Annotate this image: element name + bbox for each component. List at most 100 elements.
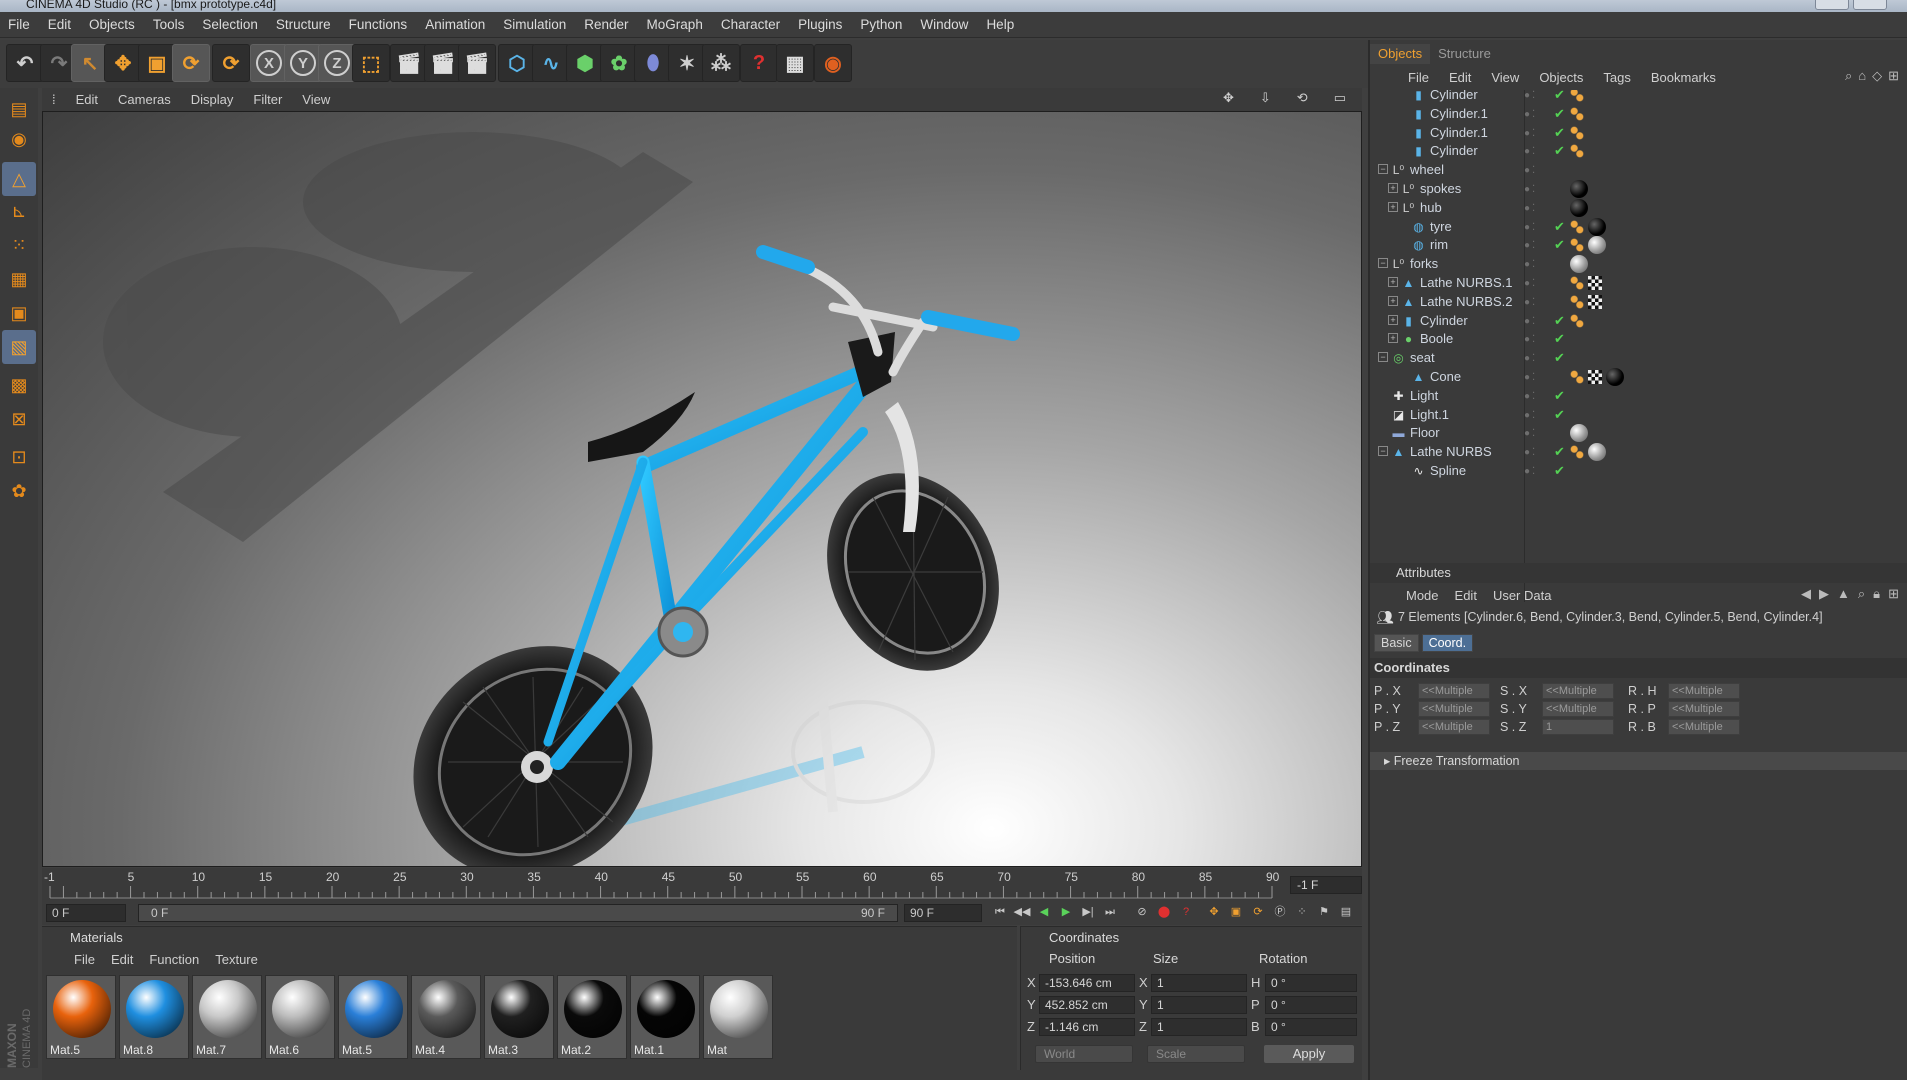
maximize-view-icon[interactable]: ▭ bbox=[1324, 90, 1356, 106]
expand-toggle-icon[interactable]: + bbox=[1388, 201, 1398, 212]
start-frame-field[interactable]: 0 F bbox=[46, 904, 126, 922]
object-name[interactable]: Cone bbox=[1430, 369, 1461, 384]
visibility-dots[interactable]: ●⁚ bbox=[1524, 334, 1537, 345]
object-name[interactable]: spokes bbox=[1420, 181, 1461, 196]
rotate-view-icon[interactable]: ⟲ bbox=[1287, 90, 1318, 106]
material-swatch[interactable]: Mat bbox=[703, 975, 773, 1059]
menu-window[interactable]: Window bbox=[912, 17, 978, 32]
key-pla-icon[interactable]: ⁘ bbox=[1292, 903, 1312, 921]
rotation-field[interactable]: 0 ° bbox=[1265, 974, 1357, 992]
material-tag-icon[interactable] bbox=[1588, 217, 1606, 236]
scale-value[interactable]: 1 bbox=[1542, 719, 1614, 735]
render-settings-icon[interactable]: 🎬︎ bbox=[458, 44, 496, 82]
model-mode-icon[interactable]: ◉ bbox=[2, 122, 36, 156]
play-icon[interactable]: ▶ bbox=[1056, 903, 1076, 921]
object-name[interactable]: Spline bbox=[1430, 463, 1466, 478]
object-name[interactable]: Lathe NURBS.2 bbox=[1420, 294, 1513, 309]
visibility-dots[interactable]: ●⁚ bbox=[1524, 316, 1537, 327]
visibility-dots[interactable]: ●⁚ bbox=[1524, 128, 1537, 139]
object-name[interactable]: rim bbox=[1430, 237, 1448, 252]
menu-selection[interactable]: Selection bbox=[194, 17, 268, 32]
array-icon[interactable]: ✿ bbox=[600, 44, 638, 82]
expand-toggle-icon[interactable]: + bbox=[1388, 183, 1398, 193]
material-tag-icon[interactable] bbox=[1570, 198, 1588, 217]
maximize-button[interactable] bbox=[1853, 0, 1887, 10]
polygons-mode-icon[interactable]: ▣ bbox=[2, 296, 36, 330]
viewport-menu-cameras[interactable]: Cameras bbox=[108, 92, 181, 107]
visibility-dots[interactable]: ●⁚ bbox=[1524, 165, 1537, 176]
render-view-icon[interactable]: 🎬︎ bbox=[390, 44, 428, 82]
visibility-dots[interactable]: ●⁚ bbox=[1524, 353, 1537, 364]
enabled-check-icon[interactable]: ✔ bbox=[1554, 407, 1565, 423]
objects-menu-view[interactable]: View bbox=[1481, 70, 1529, 85]
visibility-dots[interactable]: ●⁚ bbox=[1524, 372, 1537, 383]
menu-tools[interactable]: Tools bbox=[145, 17, 195, 32]
materials-menu-texture[interactable]: Texture bbox=[207, 952, 266, 967]
materials-menu-file[interactable]: File bbox=[66, 952, 103, 967]
materials-menu-edit[interactable]: Edit bbox=[103, 952, 141, 967]
menu-python[interactable]: Python bbox=[852, 17, 912, 32]
phong-tag-icon[interactable] bbox=[1570, 445, 1584, 460]
phong-tag-icon[interactable] bbox=[1570, 370, 1584, 384]
object-row[interactable]: ∿ Spline ●⁚ ✔ bbox=[1374, 460, 1905, 483]
expand-toggle-icon[interactable]: − bbox=[1378, 164, 1388, 175]
uvw-tag-icon[interactable] bbox=[1588, 276, 1602, 290]
coord-size-mode-select[interactable]: Scale bbox=[1147, 1045, 1245, 1063]
visibility-dots[interactable]: ●⁚ bbox=[1524, 391, 1537, 402]
object-name[interactable]: Boole bbox=[1420, 331, 1453, 346]
menu-character[interactable]: Character bbox=[713, 17, 790, 32]
visibility-dots[interactable]: ●⁚ bbox=[1524, 146, 1537, 157]
scale-value[interactable]: <<Multiple bbox=[1542, 701, 1614, 717]
tab-objects[interactable]: Objects bbox=[1370, 44, 1431, 64]
scheme-icon[interactable]: ⚑ bbox=[1314, 903, 1334, 921]
expand-toggle-icon[interactable]: + bbox=[1388, 314, 1398, 325]
material-tag-icon[interactable] bbox=[1588, 443, 1606, 462]
viewport-menu-filter[interactable]: Filter bbox=[243, 92, 292, 107]
material-swatch[interactable]: Mat.8 bbox=[119, 975, 189, 1059]
help-icon[interactable]: ? bbox=[740, 44, 778, 82]
object-name[interactable]: wheel bbox=[1410, 162, 1444, 177]
timeline-window-icon[interactable]: ▤ bbox=[1336, 903, 1356, 921]
object-name[interactable]: Cylinder.1 bbox=[1430, 106, 1488, 121]
expand-toggle-icon[interactable]: + bbox=[1388, 333, 1398, 344]
phong-tag-icon[interactable] bbox=[1570, 294, 1584, 309]
material-swatch[interactable]: Mat.2 bbox=[557, 975, 627, 1059]
menu-structure[interactable]: Structure bbox=[268, 17, 341, 32]
object-name[interactable]: forks bbox=[1410, 256, 1438, 271]
subdivision-icon[interactable]: ⬢ bbox=[566, 44, 604, 82]
visibility-dots[interactable]: ●⁚ bbox=[1524, 410, 1537, 421]
goto-end-icon[interactable]: ⏭ bbox=[1100, 903, 1120, 921]
object-name[interactable]: Cylinder bbox=[1430, 143, 1478, 158]
keyframe-selection-icon[interactable]: ? bbox=[1176, 903, 1196, 921]
visibility-dots[interactable]: ●⁚ bbox=[1524, 278, 1537, 289]
points-mode-icon[interactable]: ⁙ bbox=[2, 228, 36, 262]
size-field[interactable]: 1 bbox=[1151, 996, 1247, 1014]
attributes-menu-mode[interactable]: Mode bbox=[1398, 588, 1447, 603]
position-value[interactable]: <<Multiple bbox=[1418, 701, 1490, 717]
enabled-check-icon[interactable]: ✔ bbox=[1554, 313, 1565, 329]
visibility-dots[interactable]: ●⁚ bbox=[1524, 203, 1537, 214]
enabled-check-icon[interactable]: ✔ bbox=[1554, 444, 1565, 460]
menu-plugins[interactable]: Plugins bbox=[790, 17, 852, 32]
object-name[interactable]: seat bbox=[1410, 350, 1435, 365]
objects-menu-file[interactable]: File bbox=[1398, 70, 1439, 85]
enabled-check-icon[interactable]: ✔ bbox=[1554, 331, 1565, 347]
material-swatch[interactable]: Mat.1 bbox=[630, 975, 700, 1059]
apply-button[interactable]: Apply bbox=[1263, 1044, 1355, 1064]
deformer-bend-icon[interactable]: ⬮ bbox=[634, 44, 672, 82]
material-swatch[interactable]: Mat.6 bbox=[265, 975, 335, 1059]
material-tag-icon[interactable] bbox=[1606, 368, 1624, 386]
visibility-dots[interactable]: ●⁚ bbox=[1524, 90, 1537, 101]
rotation-value[interactable]: <<Multiple bbox=[1668, 719, 1740, 735]
up-arrow-icon[interactable]: ▲ bbox=[1837, 586, 1850, 602]
move-icon[interactable]: ✥ bbox=[104, 44, 142, 82]
materials-menu-function[interactable]: Function bbox=[141, 952, 207, 967]
workplane-icon[interactable]: ⊡ bbox=[2, 440, 36, 474]
back-arrow-icon[interactable]: ◀ bbox=[1801, 586, 1811, 602]
move-view-icon[interactable]: ✥ bbox=[1213, 90, 1244, 106]
rotation-field[interactable]: 0 ° bbox=[1265, 996, 1357, 1014]
enabled-check-icon[interactable]: ✔ bbox=[1554, 125, 1565, 141]
object-name[interactable]: Light.1 bbox=[1410, 407, 1449, 422]
visibility-dots[interactable]: ●⁚ bbox=[1524, 466, 1537, 477]
texture-mode-icon[interactable]: ▩ bbox=[2, 368, 36, 402]
